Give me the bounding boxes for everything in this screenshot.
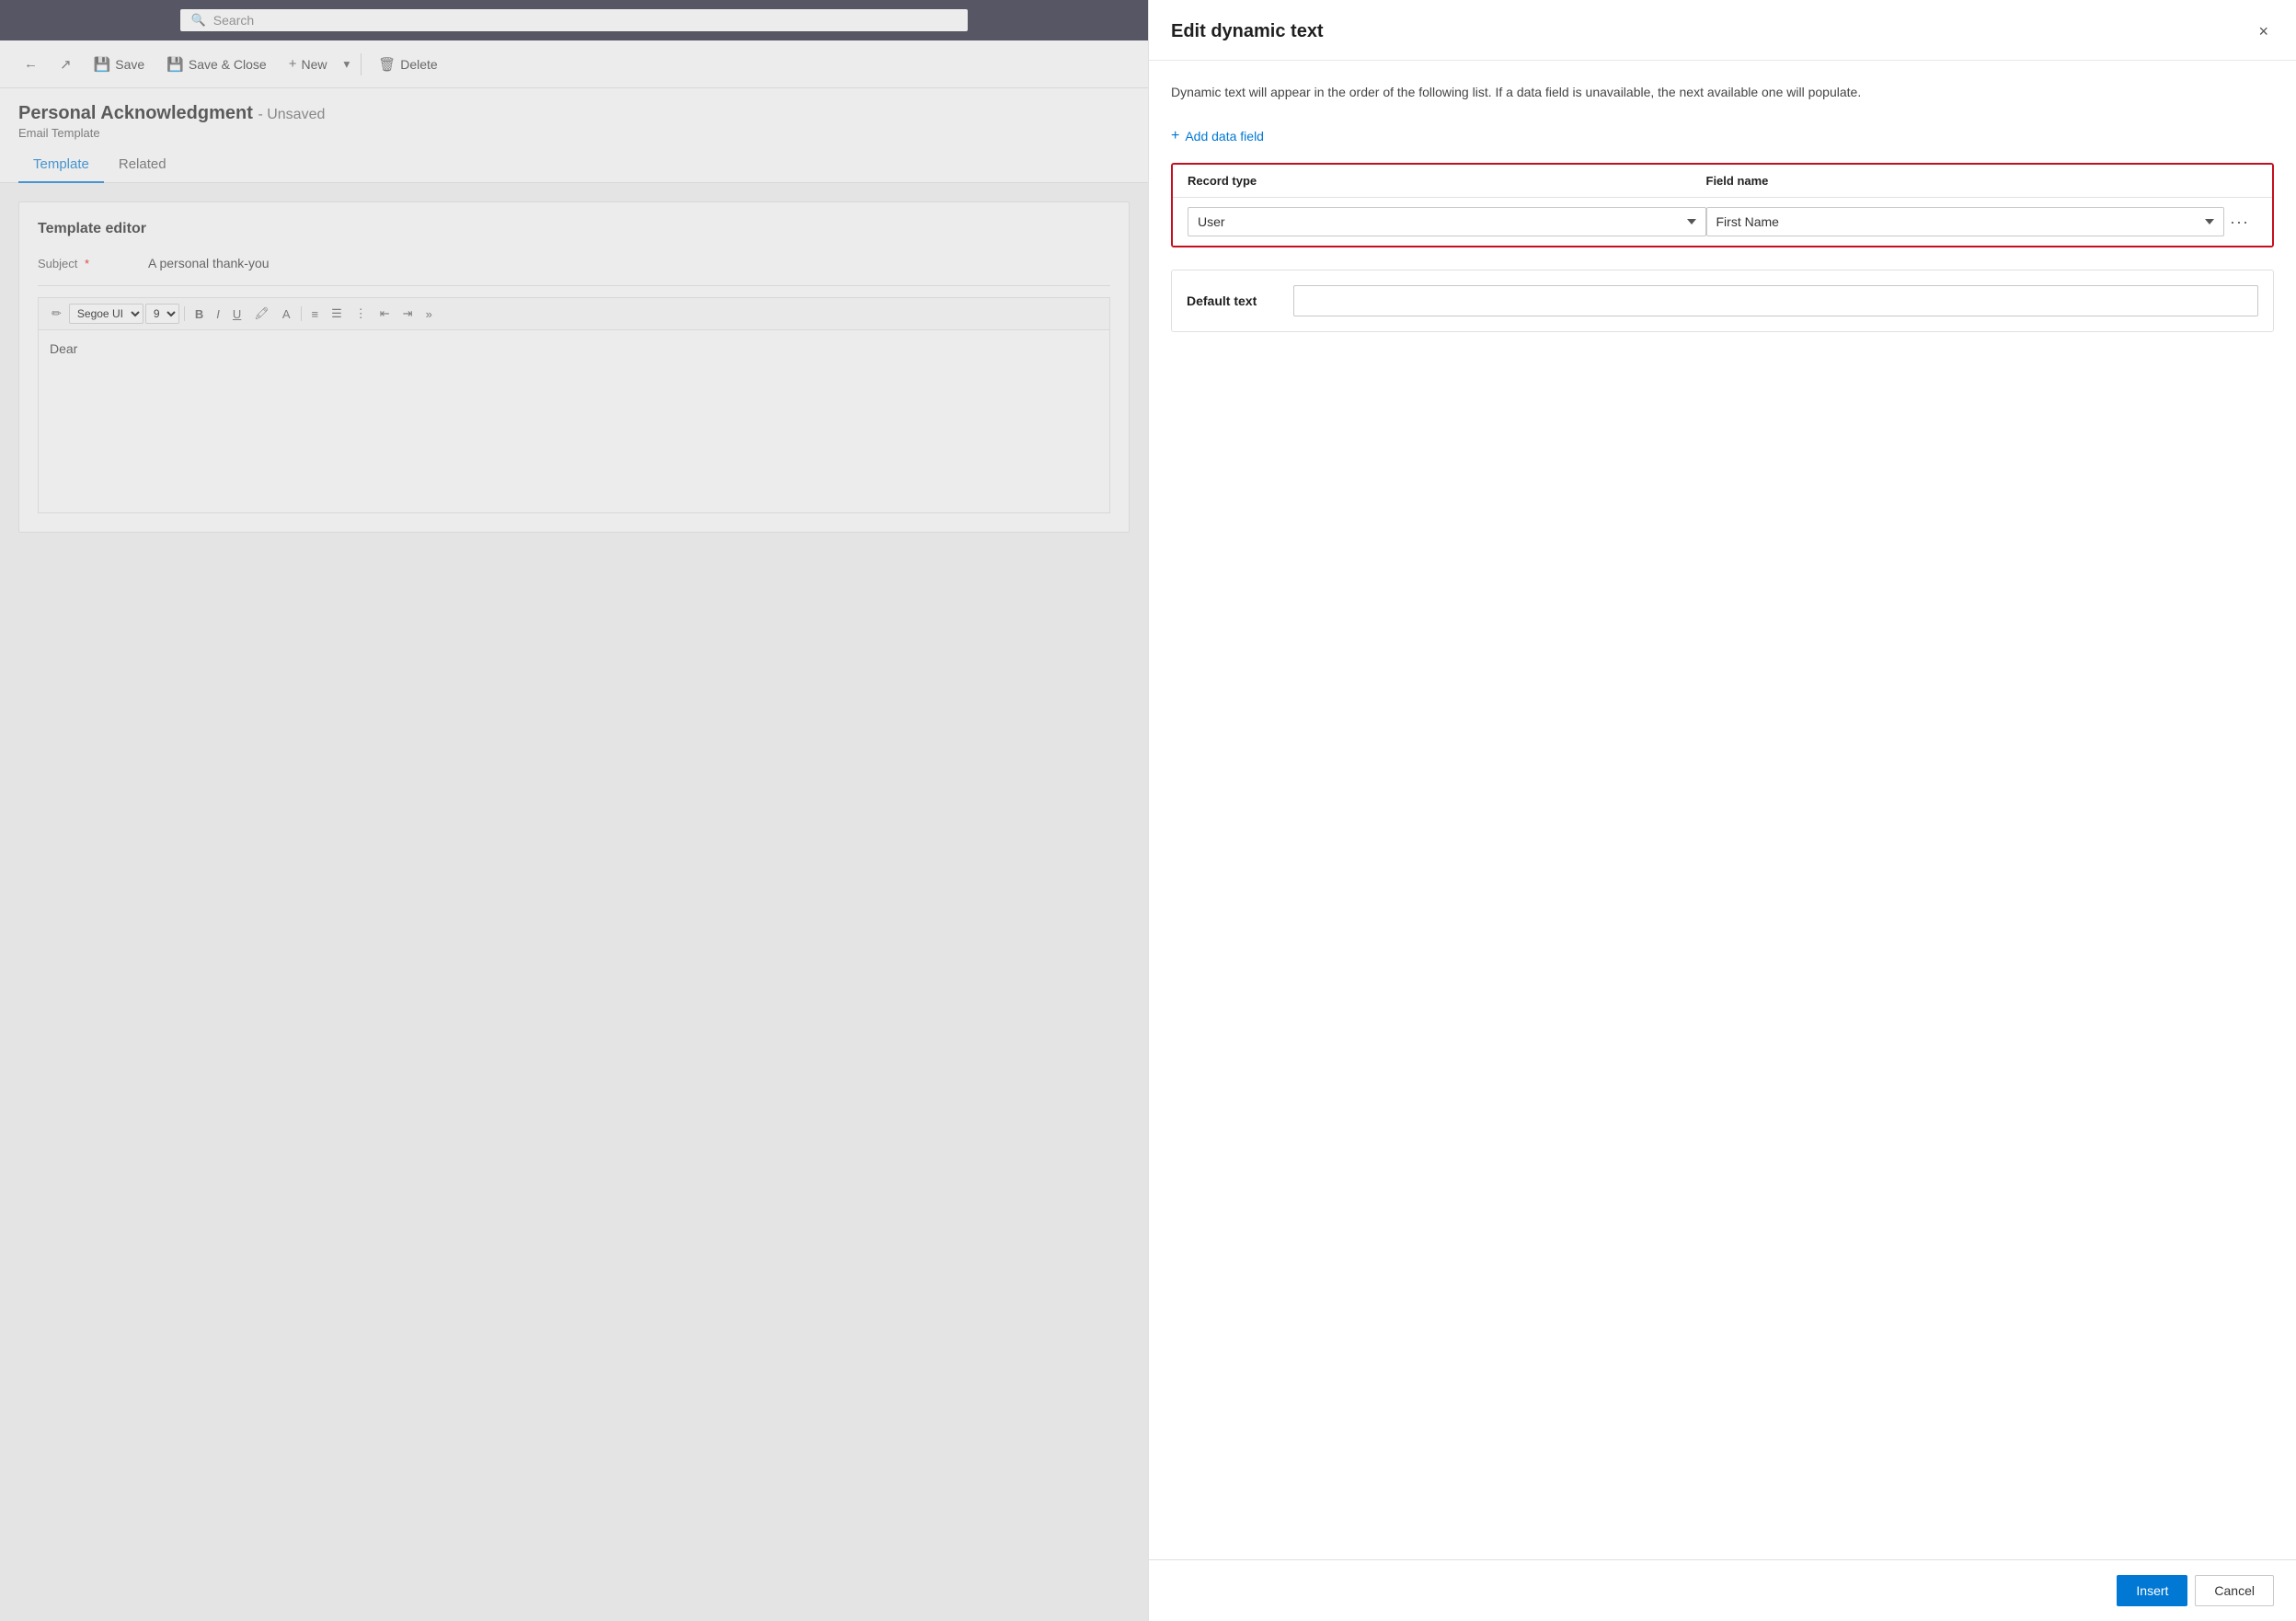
italic-button[interactable]: I — [211, 305, 225, 324]
indent-increase-button[interactable]: ⇥ — [397, 304, 419, 324]
modal-description: Dynamic text will appear in the order of… — [1171, 83, 2274, 102]
editor-content: Dear — [50, 341, 77, 356]
tab-related[interactable]: Related — [104, 147, 181, 183]
actions-header — [2224, 174, 2257, 188]
left-background-panel: 🔍 ← ↗ 💾 Save 💾 Save & Close + New ▾ 🗑 De… — [0, 0, 1148, 1621]
editor-title: Template editor — [38, 221, 1110, 237]
toolbar-divider — [361, 53, 362, 75]
editor-divider-1 — [184, 306, 185, 321]
font-size-select[interactable]: 9 — [145, 304, 179, 324]
default-text-label: Default text — [1187, 293, 1279, 308]
save-close-icon: 💾 — [166, 56, 184, 73]
underline-button[interactable]: U — [227, 305, 247, 324]
subject-label: Subject * — [38, 257, 148, 270]
save-button[interactable]: 💾 Save — [85, 51, 155, 78]
tab-template[interactable]: Template — [18, 147, 104, 183]
save-close-button[interactable]: 💾 Save & Close — [157, 51, 276, 78]
add-data-field-label: Add data field — [1185, 129, 1264, 144]
tabs-bar: Template Related — [0, 147, 1148, 183]
bullet-list-button[interactable]: ☰ — [326, 304, 348, 324]
modal-title: Edit dynamic text — [1171, 21, 1324, 42]
back-button[interactable]: ← — [15, 51, 47, 77]
page-subtitle: Email Template — [18, 126, 1130, 140]
top-navigation: 🔍 — [0, 0, 1148, 40]
share-icon: ↗ — [60, 56, 72, 73]
editor-body[interactable]: Dear — [38, 329, 1110, 513]
modal-footer: Insert Cancel — [1149, 1559, 2296, 1621]
new-button[interactable]: + New — [280, 51, 337, 77]
subject-required: * — [85, 257, 89, 270]
numbered-list-button[interactable]: ⋮ — [350, 304, 373, 324]
subject-input[interactable] — [148, 252, 1110, 274]
page-header: Personal Acknowledgment - Unsaved Email … — [0, 88, 1148, 147]
search-input[interactable] — [213, 13, 958, 28]
record-type-select[interactable]: User Contact Lead Account — [1188, 207, 1706, 236]
record-type-cell: User Contact Lead Account — [1188, 207, 1706, 236]
share-button[interactable]: ↗ — [51, 51, 81, 78]
cancel-button[interactable]: Cancel — [2195, 1575, 2274, 1606]
page-title-text: Personal Acknowledgment — [18, 103, 253, 123]
search-icon: 🔍 — [191, 13, 206, 28]
insert-button[interactable]: Insert — [2117, 1575, 2187, 1606]
delete-button[interactable]: 🗑 Delete — [369, 51, 447, 78]
pencil-button[interactable]: ✏ — [46, 304, 67, 324]
font-color-button[interactable]: A — [277, 305, 296, 324]
plus-icon: + — [1171, 128, 1179, 144]
field-table-container: Record type Field name User Contact Lead… — [1171, 163, 2274, 247]
more-actions-button[interactable]: ··· — [2224, 209, 2255, 236]
quote-button[interactable]: » — [420, 305, 438, 324]
field-name-header: Field name — [1706, 174, 2225, 188]
record-type-header: Record type — [1188, 174, 1706, 188]
bold-button[interactable]: B — [189, 305, 209, 324]
subject-row: Subject * — [38, 252, 1110, 286]
field-name-cell: First Name Last Name Email Phone — [1706, 207, 2225, 236]
new-dropdown-button[interactable]: ▾ — [339, 52, 353, 77]
editor-card: Template editor Subject * ✏ Segoe UI 9 B — [18, 201, 1130, 533]
modal-body: Dynamic text will appear in the order of… — [1149, 61, 2296, 1559]
field-name-select[interactable]: First Name Last Name Email Phone — [1706, 207, 2225, 236]
indent-decrease-button[interactable]: ⇤ — [374, 304, 396, 324]
more-actions-cell: ··· — [2224, 209, 2257, 236]
editor-toolbar: ✏ Segoe UI 9 B I U 🖍 A ≡ ☰ ⋮ ⇤ ⇥ » — [38, 297, 1110, 329]
save-icon: 💾 — [94, 56, 111, 73]
modal-header: Edit dynamic text × — [1149, 0, 2296, 61]
close-modal-button[interactable]: × — [2253, 18, 2274, 45]
edit-dynamic-text-modal: Edit dynamic text × Dynamic text will ap… — [1148, 0, 2296, 1621]
back-icon: ← — [24, 56, 38, 72]
font-family-select[interactable]: Segoe UI — [69, 304, 144, 324]
unsaved-label: - Unsaved — [258, 107, 325, 122]
field-table-row: User Contact Lead Account First Name Las… — [1173, 198, 2272, 246]
delete-label: Delete — [400, 57, 437, 72]
template-editor-area: Template editor Subject * ✏ Segoe UI 9 B — [0, 183, 1148, 551]
toolbar: ← ↗ 💾 Save 💾 Save & Close + New ▾ 🗑 Dele… — [0, 40, 1148, 88]
align-left-button[interactable]: ≡ — [306, 305, 325, 324]
add-data-field-button[interactable]: + Add data field — [1171, 124, 1264, 148]
new-icon: + — [289, 56, 297, 72]
new-label: New — [301, 57, 327, 72]
page-title: Personal Acknowledgment - Unsaved — [18, 103, 1130, 124]
editor-divider-2 — [301, 306, 302, 321]
default-text-input[interactable] — [1293, 285, 2258, 316]
save-label: Save — [115, 57, 144, 72]
default-text-section: Default text — [1171, 270, 2274, 332]
search-bar[interactable]: 🔍 — [180, 9, 969, 31]
highlight-button[interactable]: 🖍 — [248, 304, 275, 324]
delete-icon: 🗑 — [378, 56, 396, 73]
save-close-label: Save & Close — [189, 57, 267, 72]
field-table-header: Record type Field name — [1173, 165, 2272, 198]
